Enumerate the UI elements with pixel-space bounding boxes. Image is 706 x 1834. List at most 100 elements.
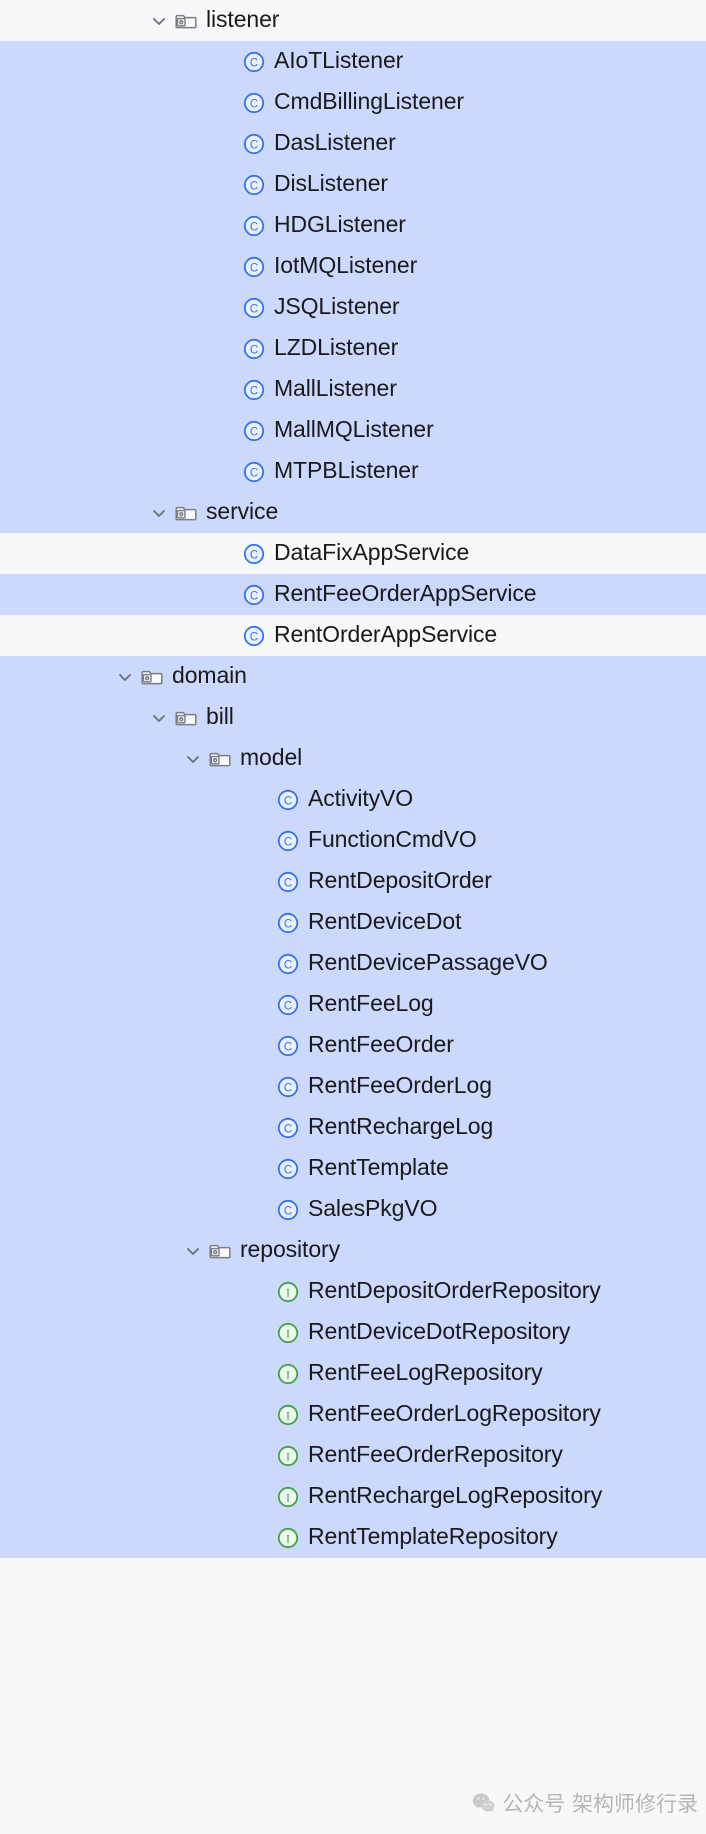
svg-text:C: C xyxy=(250,344,258,356)
tree-row[interactable]: C RentRechargeLog xyxy=(0,1107,706,1148)
tree-row[interactable]: C MallMQListener xyxy=(0,410,706,451)
tree-row[interactable]: I RentDeviceDotRepository xyxy=(0,1312,706,1353)
tree-row[interactable]: service xyxy=(0,492,706,533)
tree-row-label: DisListener xyxy=(274,170,388,196)
tree-row[interactable]: repository xyxy=(0,1230,706,1271)
tree-row[interactable]: C AIoTListener xyxy=(0,41,706,82)
interface-icon: I xyxy=(276,1362,300,1386)
tree-row[interactable]: C FunctionCmdVO xyxy=(0,820,706,861)
tree-row[interactable]: C RentFeeLog xyxy=(0,984,706,1025)
svg-text:C: C xyxy=(284,918,292,930)
tree-row-label: service xyxy=(206,498,279,524)
chevron-down-icon[interactable] xyxy=(148,10,170,32)
tree-row[interactable]: I RentDepositOrderRepository xyxy=(0,1271,706,1312)
tree-row[interactable]: C DisListener xyxy=(0,164,706,205)
tree-row[interactable]: model xyxy=(0,738,706,779)
interface-icon: I xyxy=(276,1280,300,1304)
svg-text:C: C xyxy=(250,262,258,274)
tree-row[interactable]: I RentFeeOrderRepository xyxy=(0,1435,706,1476)
tree-row[interactable]: I RentFeeOrderLogRepository xyxy=(0,1394,706,1435)
project-tree[interactable]: listener C AIoTListener C CmdBillingListener… xyxy=(0,0,706,1834)
tree-row-label: RentDepositOrder xyxy=(308,867,492,893)
tree-row-label: SalesPkgVO xyxy=(308,1195,438,1221)
chevron-down-icon[interactable] xyxy=(182,748,204,770)
svg-text:C: C xyxy=(284,1123,292,1135)
tree-row-label: ActivityVO xyxy=(308,785,414,811)
tree-row[interactable]: C MTPBListener xyxy=(0,451,706,492)
tree-row[interactable]: C RentOrderAppService xyxy=(0,615,706,656)
tree-row[interactable]: C RentDeviceDot xyxy=(0,902,706,943)
tree-row[interactable]: bill xyxy=(0,697,706,738)
svg-text:C: C xyxy=(250,221,258,233)
svg-text:C: C xyxy=(250,467,258,479)
svg-text:C: C xyxy=(250,139,258,151)
class-icon: C xyxy=(276,788,300,812)
svg-text:I: I xyxy=(286,1408,290,1422)
tree-row[interactable]: C RentFeeOrder xyxy=(0,1025,706,1066)
class-icon: C xyxy=(242,419,266,443)
class-icon: C xyxy=(276,911,300,935)
tree-row[interactable]: C RentDepositOrder xyxy=(0,861,706,902)
tree-row[interactable]: C MallListener xyxy=(0,369,706,410)
tree-row-label: DasListener xyxy=(274,129,396,155)
tree-row[interactable]: C RentFeeOrderAppService xyxy=(0,574,706,615)
chevron-down-icon[interactable] xyxy=(148,502,170,524)
svg-text:C: C xyxy=(284,1041,292,1053)
tree-row[interactable]: C SalesPkgVO xyxy=(0,1189,706,1230)
tree-row-label: RentFeeLogRepository xyxy=(308,1359,543,1385)
interface-icon: I xyxy=(276,1403,300,1427)
svg-text:C: C xyxy=(250,180,258,192)
class-icon: C xyxy=(242,296,266,320)
class-icon: C xyxy=(276,1075,300,1099)
svg-text:C: C xyxy=(250,549,258,561)
svg-text:C: C xyxy=(250,385,258,397)
svg-text:C: C xyxy=(284,1205,292,1217)
tree-row-label: RentFeeOrderLog xyxy=(308,1072,492,1098)
tree-row[interactable]: I RentTemplateRepository xyxy=(0,1517,706,1558)
tree-row[interactable]: domain xyxy=(0,656,706,697)
tree-row[interactable]: C IotMQListener xyxy=(0,246,706,287)
tree-row-label: DataFixAppService xyxy=(274,539,470,565)
class-icon: C xyxy=(276,952,300,976)
tree-row[interactable]: C RentTemplate xyxy=(0,1148,706,1189)
tree-row[interactable]: C CmdBillingListener xyxy=(0,82,706,123)
tree-row-label: FunctionCmdVO xyxy=(308,826,477,852)
tree-row-label: JSQListener xyxy=(274,293,400,319)
svg-text:I: I xyxy=(286,1326,290,1340)
class-icon: C xyxy=(276,1198,300,1222)
tree-row[interactable]: C DasListener xyxy=(0,123,706,164)
tree-row-label: domain xyxy=(172,662,247,688)
tree-row[interactable]: C RentDevicePassageVO xyxy=(0,943,706,984)
tree-row-label: RentRechargeLogRepository xyxy=(308,1482,603,1508)
tree-row[interactable]: listener xyxy=(0,0,706,41)
tree-row[interactable]: I RentFeeLogRepository xyxy=(0,1353,706,1394)
folder-icon xyxy=(174,706,198,730)
class-icon: C xyxy=(276,870,300,894)
class-icon: C xyxy=(242,50,266,74)
class-icon: C xyxy=(276,993,300,1017)
svg-text:I: I xyxy=(286,1367,290,1381)
tree-row[interactable]: C HDGListener xyxy=(0,205,706,246)
svg-text:C: C xyxy=(250,631,258,643)
tree-row[interactable]: C LZDListener xyxy=(0,328,706,369)
chevron-down-icon[interactable] xyxy=(148,707,170,729)
class-icon: C xyxy=(242,624,266,648)
tree-row-label: RentDeviceDotRepository xyxy=(308,1318,571,1344)
folder-icon xyxy=(208,1239,232,1263)
class-icon: C xyxy=(242,542,266,566)
tree-row-label: RentDepositOrderRepository xyxy=(308,1277,601,1303)
tree-row[interactable]: C ActivityVO xyxy=(0,779,706,820)
svg-text:C: C xyxy=(284,1082,292,1094)
tree-row-label: LZDListener xyxy=(274,334,399,360)
folder-icon xyxy=(174,501,198,525)
tree-row[interactable]: C JSQListener xyxy=(0,287,706,328)
tree-row-label: RentDeviceDot xyxy=(308,908,462,934)
tree-row-label: model xyxy=(240,744,303,770)
tree-row-label: RentTemplateRepository xyxy=(308,1523,558,1549)
tree-row[interactable]: C RentFeeOrderLog xyxy=(0,1066,706,1107)
tree-row[interactable]: C DataFixAppService xyxy=(0,533,706,574)
chevron-down-icon[interactable] xyxy=(182,1240,204,1262)
folder-icon xyxy=(174,9,198,33)
chevron-down-icon[interactable] xyxy=(114,666,136,688)
tree-row[interactable]: I RentRechargeLogRepository xyxy=(0,1476,706,1517)
